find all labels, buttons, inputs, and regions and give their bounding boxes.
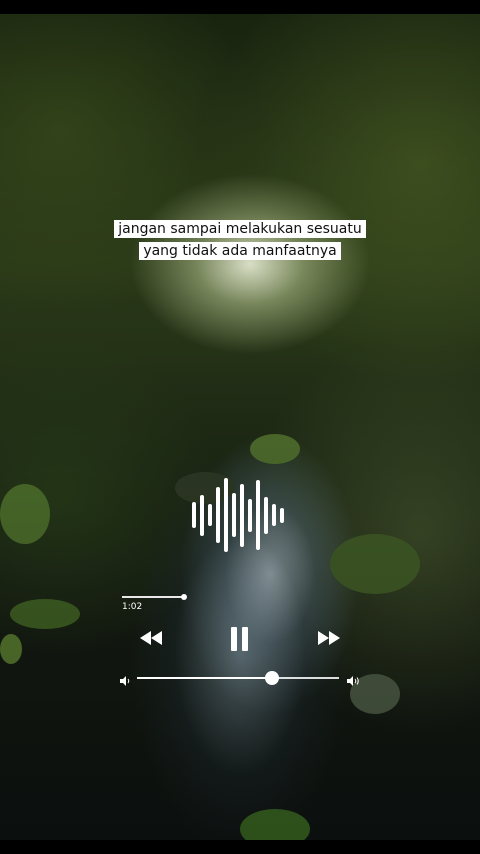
waveform-bar — [280, 508, 284, 523]
audio-waveform-icon — [190, 478, 290, 552]
volume-low-icon — [119, 672, 131, 691]
waveform-bar — [216, 487, 220, 543]
waveform-bar — [232, 493, 236, 537]
volume-high-glyph — [347, 676, 359, 686]
waveform-bar — [192, 502, 196, 528]
volume-slider[interactable] — [137, 677, 339, 679]
forest-stream-background — [0, 14, 480, 840]
caption-line-2: yang tidak ada manfaatnya — [0, 240, 480, 260]
waveform-bar — [248, 499, 252, 532]
waveform-bar — [256, 480, 260, 550]
volume-fill — [137, 677, 272, 679]
waveform-bar — [264, 497, 268, 534]
elapsed-time: 1:02 — [122, 602, 143, 612]
volume-high-icon — [346, 672, 360, 691]
waveform-bar — [208, 504, 212, 526]
caption-text-2: yang tidak ada manfaatnya — [139, 242, 341, 260]
pause-icon[interactable] — [231, 627, 249, 655]
pause-glyph — [231, 627, 248, 651]
waveform-bar — [200, 495, 204, 536]
caption-line-1: jangan sampai melakukan sesuatu — [0, 218, 480, 238]
rewind-icon[interactable] — [139, 630, 163, 650]
caption-text-1: jangan sampai melakukan sesuatu — [114, 220, 366, 238]
waveform-bar — [240, 484, 244, 547]
progress-knob[interactable] — [181, 594, 187, 600]
fast-forward-icon[interactable] — [317, 630, 341, 650]
rewind-glyph — [140, 631, 162, 645]
volume-low-glyph — [120, 676, 130, 686]
fast-forward-glyph — [318, 631, 340, 645]
vignette — [0, 14, 480, 840]
waveform-bar — [224, 478, 228, 552]
volume-knob[interactable] — [265, 671, 279, 685]
waveform-bar — [272, 504, 276, 526]
progress-track[interactable] — [122, 596, 186, 598]
